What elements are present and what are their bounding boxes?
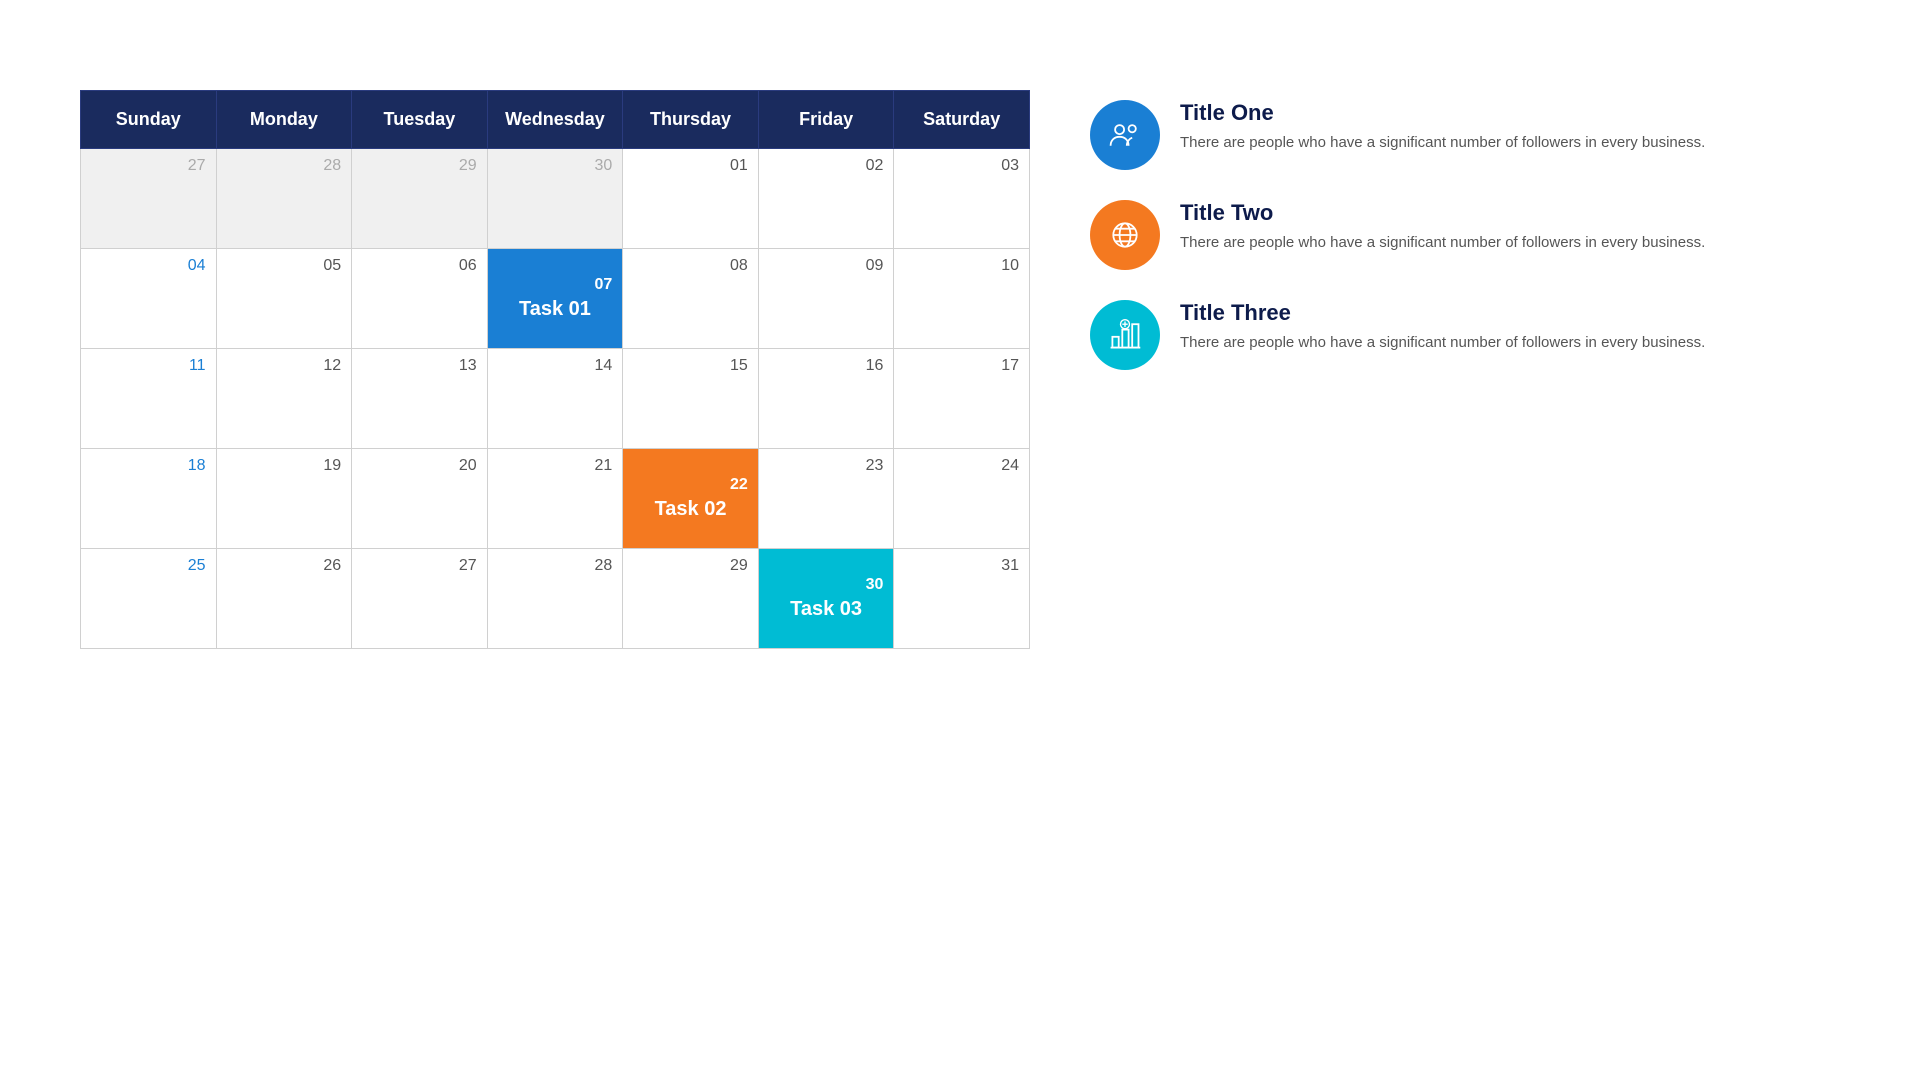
task-label: Task 01 <box>498 298 613 321</box>
sidebar-title-2: Title Two <box>1180 200 1840 226</box>
calendar-cell: 05 <box>216 249 352 349</box>
calendar-cell: 27 <box>352 549 488 649</box>
header-tuesday: Tuesday <box>352 91 488 149</box>
calendar-cell: 09 <box>758 249 894 349</box>
calendar-wrapper: Sunday Monday Tuesday Wednesday Thursday… <box>80 90 1030 649</box>
sidebar-title-3: Title Three <box>1180 300 1840 326</box>
task-date: 07 <box>498 276 613 294</box>
calendar-header-row: Sunday Monday Tuesday Wednesday Thursday… <box>81 91 1030 149</box>
task-date: 22 <box>633 476 748 494</box>
calendar-cell: 06 <box>352 249 488 349</box>
calendar-row: 2526272829 30 Task 03 31 <box>81 549 1030 649</box>
calendar-table: Sunday Monday Tuesday Wednesday Thursday… <box>80 90 1030 649</box>
calendar-cell: 18 <box>81 449 217 549</box>
calendar-cell: 23 <box>758 449 894 549</box>
people-icon <box>1090 100 1160 170</box>
chart-icon <box>1090 300 1160 370</box>
calendar-cell: 25 <box>81 549 217 649</box>
calendar-cell: 27 <box>81 149 217 249</box>
calendar-cell: 15 <box>623 349 759 449</box>
sidebar-item-2: Title Two There are people who have a si… <box>1090 200 1840 270</box>
calendar-cell: 24 <box>894 449 1030 549</box>
calendar-cell: 13 <box>352 349 488 449</box>
page-container: Sunday Monday Tuesday Wednesday Thursday… <box>0 0 1920 1080</box>
sidebar-item-1: Title One There are people who have a si… <box>1090 100 1840 170</box>
calendar-row: 11121314151617 <box>81 349 1030 449</box>
calendar-cell: 21 <box>487 449 623 549</box>
calendar-cell: 28 <box>487 549 623 649</box>
header-friday: Friday <box>758 91 894 149</box>
calendar-cell: 01 <box>623 149 759 249</box>
calendar-row: 18192021 22 Task 02 2324 <box>81 449 1030 549</box>
calendar-cell: 28 <box>216 149 352 249</box>
calendar-cell: 20 <box>352 449 488 549</box>
calendar-cell: 17 <box>894 349 1030 449</box>
calendar-body: 2728293001020304050607Task 0108091011121… <box>81 149 1030 649</box>
task-label: Task 02 <box>633 498 748 521</box>
header-wednesday: Wednesday <box>487 91 623 149</box>
calendar-cell: 29 <box>352 149 488 249</box>
calendar-cell: 08 <box>623 249 759 349</box>
calendar-cell: 30 Task 03 <box>758 549 894 649</box>
sidebar: Title One There are people who have a si… <box>1090 90 1840 370</box>
task-label: Task 03 <box>769 598 884 621</box>
calendar-cell: 30 <box>487 149 623 249</box>
header-sunday: Sunday <box>81 91 217 149</box>
header-thursday: Thursday <box>623 91 759 149</box>
sidebar-text-3: Title Three There are people who have a … <box>1180 300 1840 355</box>
sidebar-desc-3: There are people who have a significant … <box>1180 332 1840 355</box>
sidebar-text-1: Title One There are people who have a si… <box>1180 100 1840 155</box>
calendar-cell: 12 <box>216 349 352 449</box>
calendar-cell: 31 <box>894 549 1030 649</box>
calendar-cell: 07 Task 01 <box>487 249 623 349</box>
sidebar-item-3: Title Three There are people who have a … <box>1090 300 1840 370</box>
calendar-cell: 16 <box>758 349 894 449</box>
calendar-cell: 26 <box>216 549 352 649</box>
calendar-cell: 22 Task 02 <box>623 449 759 549</box>
sidebar-text-2: Title Two There are people who have a si… <box>1180 200 1840 255</box>
calendar-cell: 14 <box>487 349 623 449</box>
calendar-row: 27282930010203 <box>81 149 1030 249</box>
sidebar-title-1: Title One <box>1180 100 1840 126</box>
content-row: Sunday Monday Tuesday Wednesday Thursday… <box>80 90 1840 649</box>
header-monday: Monday <box>216 91 352 149</box>
calendar-cell: 02 <box>758 149 894 249</box>
calendar-cell: 03 <box>894 149 1030 249</box>
calendar-cell: 11 <box>81 349 217 449</box>
sidebar-desc-2: There are people who have a significant … <box>1180 232 1840 255</box>
sidebar-desc-1: There are people who have a significant … <box>1180 132 1840 155</box>
calendar-cell: 10 <box>894 249 1030 349</box>
calendar-row: 040506 07 Task 01 080910 <box>81 249 1030 349</box>
calendar-cell: 19 <box>216 449 352 549</box>
calendar-cell: 04 <box>81 249 217 349</box>
header-saturday: Saturday <box>894 91 1030 149</box>
calendar-cell: 29 <box>623 549 759 649</box>
globe-icon <box>1090 200 1160 270</box>
task-date: 30 <box>769 576 884 594</box>
